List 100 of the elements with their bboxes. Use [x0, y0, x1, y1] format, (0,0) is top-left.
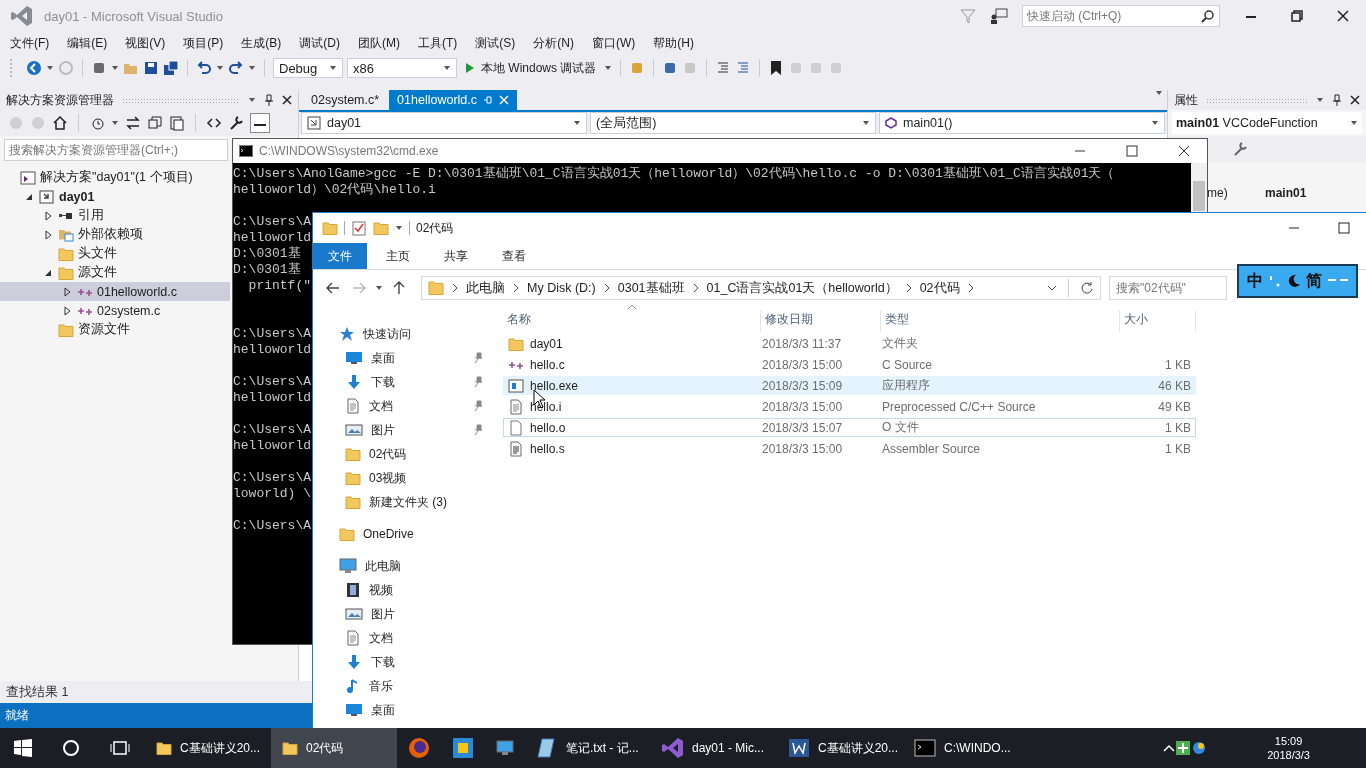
show-files-icon[interactable] [169, 115, 185, 131]
preview-icon[interactable] [250, 113, 270, 133]
tree-item[interactable]: 01helloworld.c [0, 282, 230, 301]
dropdown-arrow-icon[interactable] [1155, 90, 1163, 96]
file-row[interactable]: hello.exe 2018/3/3 15:09 应用程序 46 KB [503, 376, 1196, 395]
save-icon[interactable] [143, 60, 159, 76]
breadcrumb-item[interactable]: 02代码 [919, 279, 960, 297]
dropdown-arrow-icon[interactable] [111, 120, 119, 126]
ribbon-tab[interactable]: 查看 [487, 243, 541, 269]
tree-item[interactable]: 02system.c [0, 301, 230, 320]
nav-item[interactable]: 下载 [313, 370, 493, 394]
menu-item[interactable]: 生成(B) [232, 32, 291, 54]
new-item-icon[interactable] [91, 60, 107, 76]
tree-item[interactable]: 外部依赖项 [0, 225, 230, 244]
project-dropdown[interactable]: day01 [301, 112, 587, 134]
taskbar-button[interactable]: 02代码 [271, 728, 397, 768]
dropdown-arrow-icon[interactable] [862, 120, 870, 126]
sync-icon[interactable] [125, 115, 141, 131]
menu-item[interactable]: 视图(V) [116, 32, 175, 54]
home-icon[interactable] [52, 115, 68, 131]
collapse-icon[interactable] [147, 115, 163, 131]
chevron-icon[interactable] [512, 283, 520, 293]
chevron-icon[interactable] [966, 283, 975, 293]
input-method-bar[interactable]: 中 简 [1237, 264, 1358, 298]
dropdown-arrow-icon[interactable] [46, 65, 54, 71]
find-results-tab[interactable]: 查找结果 1 [6, 683, 69, 701]
menu-item[interactable]: 工具(T) [409, 32, 467, 54]
menu-item[interactable]: 团队(M) [349, 32, 409, 54]
file-row[interactable]: day01 2018/3/3 11:37 文件夹 [503, 334, 1196, 353]
close-icon[interactable] [1350, 95, 1360, 105]
menu-item[interactable]: 分析(N) [524, 32, 583, 54]
chevron-icon[interactable] [904, 283, 913, 293]
nav-item[interactable]: 桌面 [313, 346, 493, 370]
search-field[interactable]: 搜索"02代码" [1109, 276, 1227, 300]
collapsed-arrow-icon[interactable] [42, 229, 54, 240]
taskbar-button[interactable]: C基础讲义20... [145, 728, 271, 768]
menu-item[interactable]: 帮助(H) [644, 32, 703, 54]
menu-item[interactable]: 调试(D) [290, 32, 349, 54]
editor-tab[interactable]: 02system.c* [303, 90, 388, 110]
address-bar[interactable]: 此电脑 My Disk (D:) 0301基础班 01_C语言实战01天（helloworld） 02代码 [421, 276, 1101, 300]
tree-item[interactable]: 解决方案"day01"(1 个项目) [0, 168, 230, 187]
collapsed-arrow-icon[interactable] [42, 210, 54, 221]
nav-item[interactable]: OneDrive [313, 522, 493, 546]
file-row[interactable]: hello.o 2018/3/3 15:07 O 文件 1 KB [503, 418, 1196, 437]
nav-item[interactable]: 03视频 [313, 466, 493, 490]
breadcrumb-item[interactable]: 此电脑 [466, 279, 505, 297]
collapsed-arrow-icon[interactable] [61, 305, 73, 316]
nav-item[interactable]: 此电脑 [313, 554, 493, 578]
chevron-icon[interactable] [602, 283, 611, 293]
dropdown-arrow-icon[interactable] [573, 120, 581, 126]
configuration-dropdown[interactable]: Debug [273, 58, 343, 78]
tree-item[interactable]: 头文件 [0, 244, 230, 263]
pin-icon[interactable] [1332, 94, 1342, 106]
nav-item[interactable]: 桌面 [313, 698, 493, 722]
nav-item[interactable]: 下载 [313, 650, 493, 674]
search-button[interactable] [62, 739, 80, 757]
breadcrumb-item[interactable]: My Disk (D:) [527, 281, 596, 295]
nav-item[interactable]: 音乐 [313, 674, 493, 698]
nav-item[interactable]: 视频 [313, 578, 493, 602]
properties-icon[interactable] [351, 220, 367, 236]
punctuation-icon[interactable] [1268, 274, 1282, 288]
nav-item[interactable]: 快速访问 [313, 322, 493, 346]
wrench-icon[interactable] [228, 115, 244, 131]
dropdown-arrow-icon[interactable] [395, 225, 403, 231]
undo-icon[interactable] [196, 60, 212, 76]
column-header[interactable]: 名称 [503, 310, 761, 332]
input-mode-toggle[interactable]: 中 [1247, 270, 1263, 292]
tree-item[interactable]: 源文件 [0, 263, 230, 282]
search-field[interactable]: 搜索解决方案资源管理器(Ctrl+;) [4, 139, 228, 161]
show-hidden-icons[interactable] [1163, 744, 1176, 752]
dropdown-arrow-icon[interactable] [111, 65, 119, 71]
menu-item[interactable]: 窗口(W) [583, 32, 645, 54]
menu-item[interactable]: 编辑(E) [58, 32, 117, 54]
dropdown-arrow-icon[interactable] [443, 65, 451, 71]
column-header[interactable]: 类型 [881, 310, 1120, 332]
platform-dropdown[interactable]: x86 [347, 58, 457, 78]
dropdown-arrow-icon[interactable] [329, 65, 337, 71]
script-toggle[interactable]: 简 [1306, 270, 1322, 292]
breadcrumb-item[interactable]: 01_C语言实战01天（helloworld） [706, 279, 898, 297]
taskbar-button[interactable]: day01 - Mic... [651, 728, 777, 768]
ribbon-tab[interactable]: 共享 [429, 243, 483, 269]
nav-item[interactable]: 图片 [313, 418, 493, 442]
nav-item[interactable]: 图片 [313, 602, 493, 626]
column-header[interactable]: 大小 [1120, 310, 1196, 332]
moon-icon[interactable] [1287, 274, 1301, 288]
menu-item[interactable]: 测试(S) [466, 32, 525, 54]
menu-item[interactable]: 文件(F) [1, 32, 59, 54]
dropdown-arrow-icon[interactable] [1316, 97, 1324, 103]
menu-item[interactable]: 项目(P) [174, 32, 233, 54]
chevron-icon[interactable] [691, 283, 700, 293]
run-button[interactable]: 本地 Windows 调试器 [461, 57, 601, 79]
file-row[interactable]: hello.s 2018/3/3 15:00 Assembler Source 1 KB [503, 439, 1196, 458]
quick-launch-field[interactable]: 快速启动 (Ctrl+Q) [1022, 5, 1220, 27]
breadcrumb-item[interactable]: 0301基础班 [617, 279, 685, 297]
tree-item[interactable]: day01 [0, 187, 230, 206]
tray-app-icon[interactable] [1191, 740, 1208, 756]
member-dropdown[interactable]: main01() [879, 112, 1165, 134]
taskbar-button[interactable]: C:\WINDO... [903, 728, 1029, 768]
collapsed-arrow-icon[interactable] [61, 286, 73, 297]
start-button[interactable] [14, 739, 32, 757]
